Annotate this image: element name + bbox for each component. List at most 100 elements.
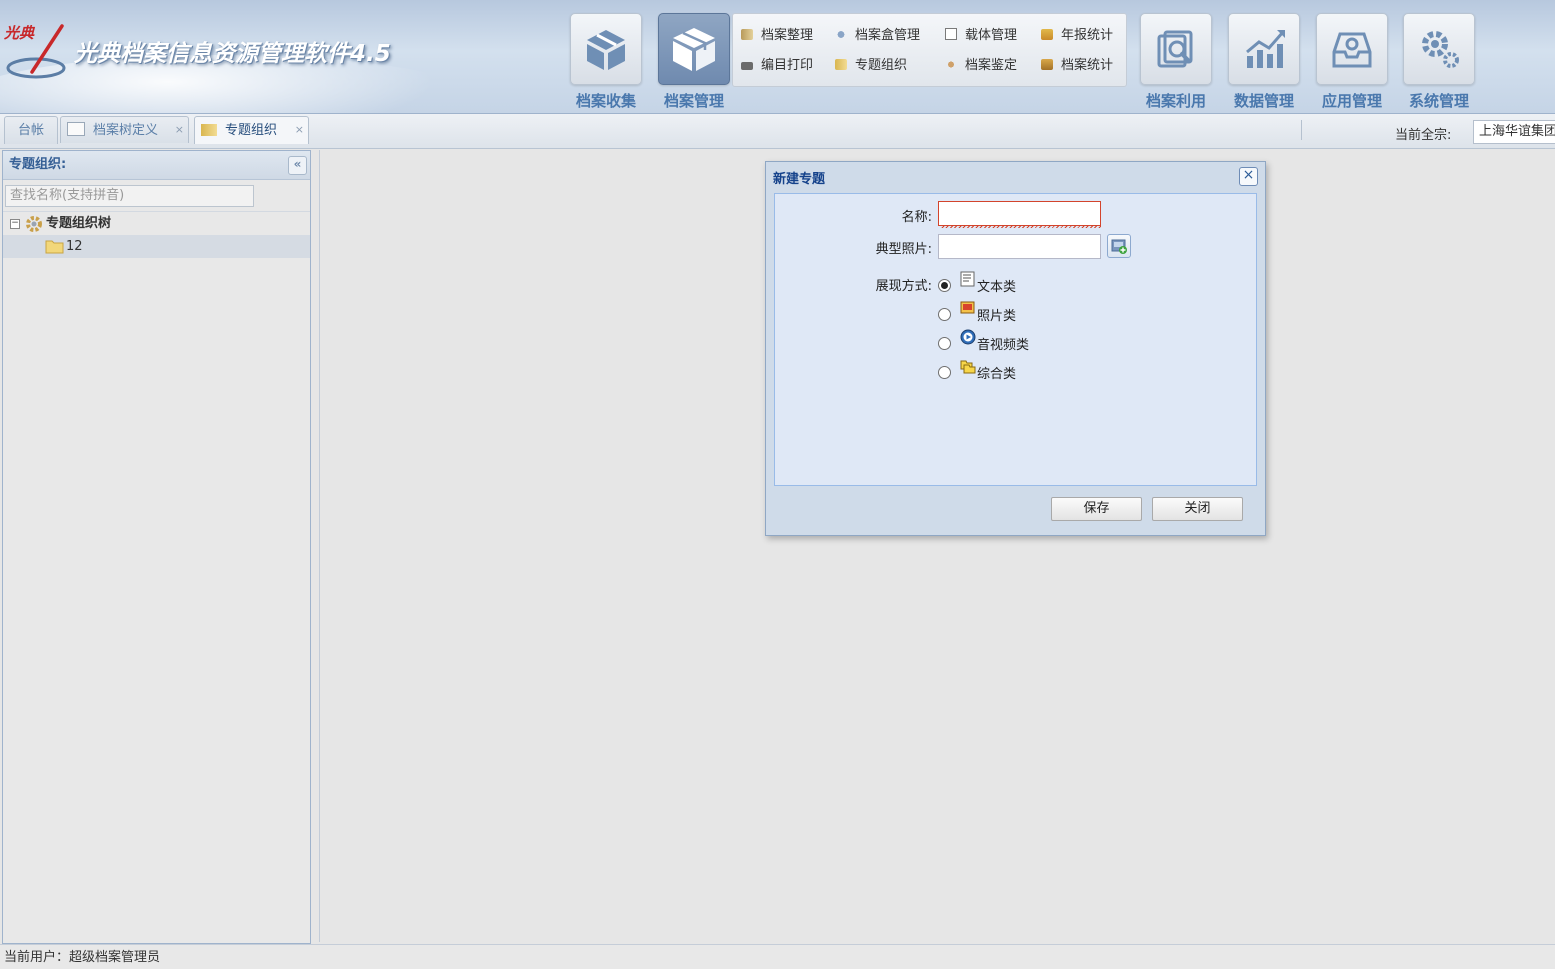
nav-app-manage-button[interactable]: 应用管理	[1316, 13, 1388, 111]
radio-button[interactable]	[938, 366, 951, 379]
tree-node-12[interactable]: 12	[3, 235, 310, 258]
radio-label: 文本类	[977, 280, 1017, 295]
submenu-label: 档案盒管理	[855, 28, 921, 43]
nav-data-manage-label: 数据管理	[1233, 92, 1294, 110]
radio-button[interactable]	[938, 308, 951, 321]
current-user-text: 当前用户：超级档案管理员	[4, 950, 161, 965]
tab-bar: 台帐 档案树定义 × 专题组织 ×	[0, 114, 1555, 149]
save-button[interactable]: 保存	[1051, 497, 1142, 521]
display-mode-label: 展现方式:	[875, 279, 932, 294]
topic-organize-panel: 专题组织: « 查找名称(支持拼音) − 专题组织树 12	[2, 150, 311, 944]
select-photo-button[interactable]	[1107, 234, 1131, 258]
nav-archive-collect-label: 档案收集	[575, 92, 636, 110]
magnifier-icon	[945, 59, 957, 70]
app-title: 光典档案信息资源管理软件4.5	[74, 41, 391, 67]
tab-archive-tree-define[interactable]: 档案树定义 ×	[60, 116, 189, 143]
app-header: 光典 光典档案信息资源管理软件4.5 档案收集 档案管理 档案整理 档案盒管理 …	[0, 0, 1555, 114]
name-input[interactable]	[938, 201, 1101, 226]
close-button[interactable]: 关闭	[1152, 497, 1243, 521]
folder-stat-icon	[1041, 59, 1053, 70]
gear-folder-icon	[26, 216, 42, 232]
submenu-carrier-manage[interactable]: 载体管理	[945, 24, 1017, 43]
name-label: 名称:	[901, 210, 932, 225]
nav-archive-use-button[interactable]: 档案利用	[1140, 13, 1212, 111]
pen-doc-icon	[67, 122, 85, 136]
photo-input[interactable]	[938, 234, 1101, 259]
nav-archive-manage-label: 档案管理	[663, 92, 724, 110]
growth-chart-icon	[1228, 13, 1300, 85]
submenu-annual-report[interactable]: 年报统计	[1041, 24, 1113, 43]
current-fonds-label: 当前全宗:	[1395, 128, 1452, 143]
panel-title: 专题组织:	[9, 157, 67, 172]
folder-icon	[45, 240, 64, 254]
submenu-label: 年报统计	[1061, 28, 1114, 43]
submenu-catalog-print[interactable]: 编目打印	[741, 54, 813, 73]
boxes-icon	[835, 29, 847, 40]
nav-archive-manage-button[interactable]: 档案管理	[658, 13, 730, 111]
tab-close-icon[interactable]: ×	[175, 116, 184, 143]
tray-gear-icon	[1316, 13, 1388, 85]
tree-root-label: 专题组织树	[46, 216, 112, 231]
image-add-icon	[1111, 239, 1127, 254]
radio-button[interactable]	[938, 279, 951, 292]
app-logo-icon: 光典	[4, 24, 66, 79]
submenu-label: 专题组织	[855, 58, 908, 73]
radio-button[interactable]	[938, 337, 951, 350]
scroll-icon	[741, 29, 753, 40]
panel-header: 专题组织: «	[3, 151, 310, 180]
submenu-label: 载体管理	[965, 28, 1018, 43]
folders-icon	[960, 360, 976, 374]
printer-icon	[741, 62, 753, 70]
dialog-form: 名称: 典型照片: 展现方式: 文本类 照片类 音视频类 综合类	[774, 193, 1257, 486]
radio-label: 音视频类	[977, 338, 1030, 353]
tab-ledger[interactable]: 台帐	[4, 116, 58, 144]
gears-icon	[1403, 13, 1475, 85]
chart-doc-icon	[945, 28, 957, 40]
tab-close-icon[interactable]: ×	[295, 116, 304, 143]
tree-collapse-icon[interactable]: −	[10, 219, 20, 229]
dialog-title: 新建专题	[773, 172, 826, 187]
book-icon	[835, 59, 847, 70]
submenu-archive-box[interactable]: 档案盒管理	[835, 24, 920, 43]
new-topic-dialog: 新建专题 × 名称: 典型照片: 展现方式: 文本类 照片类 音视频类 综合类 …	[765, 161, 1266, 536]
book-icon	[201, 124, 217, 136]
nav-data-manage-button[interactable]: 数据管理	[1228, 13, 1300, 111]
submenu-label: 档案鉴定	[965, 58, 1018, 73]
search-docs-icon	[1140, 13, 1212, 85]
tree-node-root[interactable]: − 专题组织树	[3, 211, 310, 235]
photo-label: 典型照片:	[875, 242, 932, 257]
nav-archive-use-label: 档案利用	[1145, 92, 1206, 110]
archive-manage-submenu: 档案整理 档案盒管理 载体管理 年报统计 编目打印 专题组织 档案鉴定 档案统计	[732, 13, 1127, 87]
submenu-archive-statistics[interactable]: 档案统计	[1041, 54, 1113, 73]
tab-label: 台帐	[17, 123, 44, 138]
tree-node-label: 12	[66, 239, 83, 254]
radio-label: 照片类	[977, 309, 1017, 324]
media-play-icon	[960, 329, 976, 345]
tree-search-input[interactable]: 查找名称(支持拼音)	[5, 185, 254, 207]
nav-archive-collect-button[interactable]: 档案收集	[570, 13, 642, 111]
box-closed-icon	[658, 13, 730, 85]
photo-icon	[960, 301, 975, 314]
nav-system-manage-label: 系统管理	[1408, 92, 1469, 110]
logo-text: 光典	[4, 24, 36, 42]
nav-system-manage-button[interactable]: 系统管理	[1403, 13, 1475, 111]
collapse-panel-icon[interactable]: «	[288, 156, 307, 175]
stack-icon	[1041, 29, 1053, 40]
submenu-topic-organize[interactable]: 专题组织	[835, 54, 907, 73]
submenu-archive-arrange[interactable]: 档案整理	[741, 24, 813, 43]
status-bar: 当前用户：超级档案管理员	[0, 944, 1555, 969]
text-doc-icon	[960, 271, 975, 287]
tab-topic-organize[interactable]: 专题组织 ×	[194, 116, 309, 144]
current-fonds-select[interactable]: 上海华谊集团	[1473, 120, 1555, 144]
nav-app-manage-label: 应用管理	[1321, 92, 1382, 110]
submenu-label: 编目打印	[761, 58, 814, 73]
submenu-label: 档案整理	[761, 28, 814, 43]
name-field-wrap	[938, 201, 1103, 229]
toolbar-separator	[1301, 120, 1302, 140]
radio-label: 综合类	[977, 367, 1017, 382]
box-open-icon	[570, 13, 642, 85]
submenu-archive-appraise[interactable]: 档案鉴定	[945, 54, 1017, 73]
invalid-indicator	[940, 225, 1101, 228]
dialog-close-icon[interactable]: ×	[1239, 167, 1258, 186]
tab-label: 专题组织	[225, 123, 278, 138]
